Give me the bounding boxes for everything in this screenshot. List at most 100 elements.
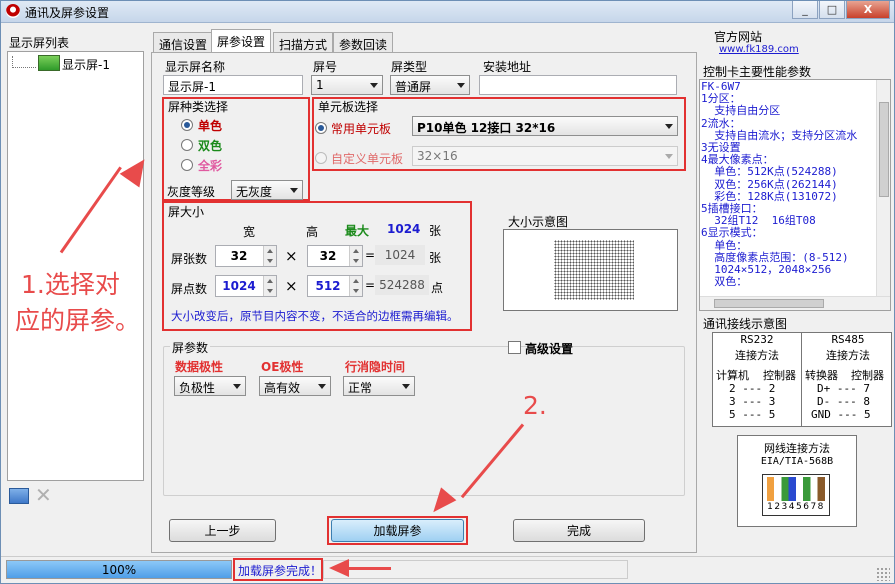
count-width-stepper[interactable]: 32	[215, 245, 277, 267]
scrollbar-thumb[interactable]	[879, 102, 889, 197]
scrollbar-vertical[interactable]	[876, 80, 890, 310]
radio-full[interactable]	[181, 159, 193, 171]
gray-level-select[interactable]: 无灰度	[231, 180, 303, 200]
perf-info-line: 双色：	[701, 275, 748, 289]
screen-type-select[interactable]: 普通屏	[390, 75, 470, 95]
chevron-down-icon	[402, 384, 410, 389]
title-bar: 通讯及屏参设置 _ □ X	[1, 1, 894, 23]
network-wiring-box: 网线连接方法 EIA/TIA-568B 12345678	[737, 435, 857, 527]
network-title: 网线连接方法	[764, 442, 830, 455]
advanced-checkbox[interactable]	[508, 341, 521, 354]
perf-info-line: 6显示模式：	[701, 226, 763, 240]
maximize-button[interactable]: □	[819, 1, 845, 19]
progress-label: 100%	[101, 563, 137, 577]
decrement-icon[interactable]	[263, 286, 276, 296]
color-type-title: 屏种类选择	[168, 100, 229, 114]
annotation-step2: 2.	[523, 391, 547, 420]
dots-total: 524288	[375, 275, 429, 295]
radio-dual-label: 双色	[198, 139, 223, 153]
perf-info-line: 2流水：	[701, 116, 741, 130]
scrollbar-h-thumb[interactable]	[714, 299, 824, 308]
load-params-button[interactable]: 加载屏参	[331, 519, 464, 542]
decrement-icon[interactable]	[349, 256, 362, 266]
count-total: 1024	[375, 245, 425, 265]
custom-board-select[interactable]: 32×16	[412, 146, 678, 166]
screen-name-label: 显示屏名称	[165, 60, 226, 74]
increment-icon[interactable]	[263, 246, 276, 256]
max-unit: 张	[429, 224, 442, 238]
data-polarity-select[interactable]: 负极性	[174, 376, 246, 396]
rs232-row: 3 --- 3	[729, 395, 776, 408]
radio-common-board[interactable]	[315, 122, 327, 134]
progress-bar: 100%	[6, 560, 232, 579]
rs485-row: GND --- 5	[811, 408, 871, 421]
screen-params-group: 屏参数	[163, 339, 685, 496]
chevron-down-icon	[290, 188, 298, 193]
app-logo-icon	[6, 4, 20, 18]
screen-name-input[interactable]: 显示屏-1	[163, 75, 303, 95]
screen-params-title: 屏参数	[170, 339, 211, 356]
official-site-link[interactable]: www.fk189.com	[719, 44, 799, 55]
increment-icon[interactable]	[263, 276, 276, 286]
wiring-diagram: RS232 连接方法 计算机 控制器 2 --- 2 3 --- 3 5 ---…	[712, 332, 892, 427]
dots-unit: 点	[431, 281, 444, 295]
radio-custom-board[interactable]	[315, 152, 327, 164]
annotation-step1-line1: 1.选择对	[21, 270, 120, 299]
prev-button[interactable]: 上一步	[169, 519, 276, 542]
close-button[interactable]: X	[846, 1, 890, 19]
screen-number-select[interactable]: 1	[311, 75, 383, 95]
perf-info-line: 双色：256K点(262144)	[701, 177, 838, 191]
sidebar-title: 显示屏列表	[9, 36, 70, 50]
decrement-icon[interactable]	[263, 256, 276, 266]
tab-comm-settings[interactable]: 通信设置	[153, 32, 214, 52]
screen-list-item[interactable]: 显示屏-1	[62, 56, 110, 73]
row-blank-select[interactable]: 正常	[343, 376, 415, 396]
equals-symbol: =	[365, 248, 376, 262]
rs232-h1: 计算机	[716, 369, 749, 382]
custom-board-label: 自定义单元板	[331, 152, 404, 166]
chevron-down-icon	[665, 124, 673, 129]
tab-param-readback[interactable]: 参数回读	[333, 32, 394, 52]
screen-count-label: 屏张数	[171, 252, 208, 266]
oe-polarity-select[interactable]: 高有效	[259, 376, 331, 396]
rs232-row: 2 --- 2	[729, 382, 776, 395]
width-label: 宽	[243, 225, 256, 239]
increment-icon[interactable]	[349, 276, 362, 286]
screen-type-label: 屏类型	[391, 60, 428, 74]
dots-width-stepper[interactable]: 1024	[215, 275, 277, 297]
oe-polarity-label: OE极性	[261, 360, 304, 374]
equals-symbol: =	[365, 278, 376, 292]
unit-board-title: 单元板选择	[318, 100, 379, 114]
delete-screen-icon[interactable]: ✕	[35, 485, 52, 505]
add-screen-icon[interactable]	[9, 488, 29, 504]
chevron-down-icon	[370, 83, 378, 88]
gray-level-label: 灰度等级	[167, 185, 216, 199]
tab-screen-params[interactable]: 屏参设置	[211, 29, 272, 53]
scrollbar-horizontal[interactable]	[700, 296, 890, 310]
screen-dots-label: 屏点数	[171, 282, 208, 296]
row-blank-label: 行消隐时间	[345, 360, 406, 374]
increment-icon[interactable]	[349, 246, 362, 256]
max-value: 1024	[387, 222, 421, 236]
minimize-button[interactable]: _	[792, 1, 818, 19]
install-address-input[interactable]	[479, 75, 677, 95]
arrow-head-icon	[329, 559, 349, 577]
count-height-stepper[interactable]: 32	[307, 245, 363, 267]
times-symbol: ×	[285, 277, 298, 295]
install-address-label: 安装地址	[483, 60, 532, 74]
rs485-row: D- --- 8	[817, 395, 870, 408]
status-message: 加载屏参完成！	[238, 564, 323, 578]
radio-dual[interactable]	[181, 139, 193, 151]
dots-height-stepper[interactable]: 512	[307, 275, 363, 297]
resize-grip-icon[interactable]	[876, 567, 890, 581]
rs485-row: D+ --- 7	[817, 382, 870, 395]
tab-scan-mode[interactable]: 扫描方式	[273, 32, 334, 52]
common-board-select[interactable]: P10单色 12接口 32*16	[412, 116, 678, 136]
rj45-plug-icon: 12345678	[762, 474, 830, 516]
chevron-down-icon	[457, 83, 465, 88]
done-button[interactable]: 完成	[513, 519, 645, 542]
perf-info-text: FK-6W7 1分区： 支持自由分区 2流水： 支持自由流水；支持分区流水 3无设置 4…	[701, 80, 857, 289]
size-preview	[503, 229, 678, 311]
radio-mono[interactable]	[181, 119, 193, 131]
decrement-icon[interactable]	[349, 286, 362, 296]
